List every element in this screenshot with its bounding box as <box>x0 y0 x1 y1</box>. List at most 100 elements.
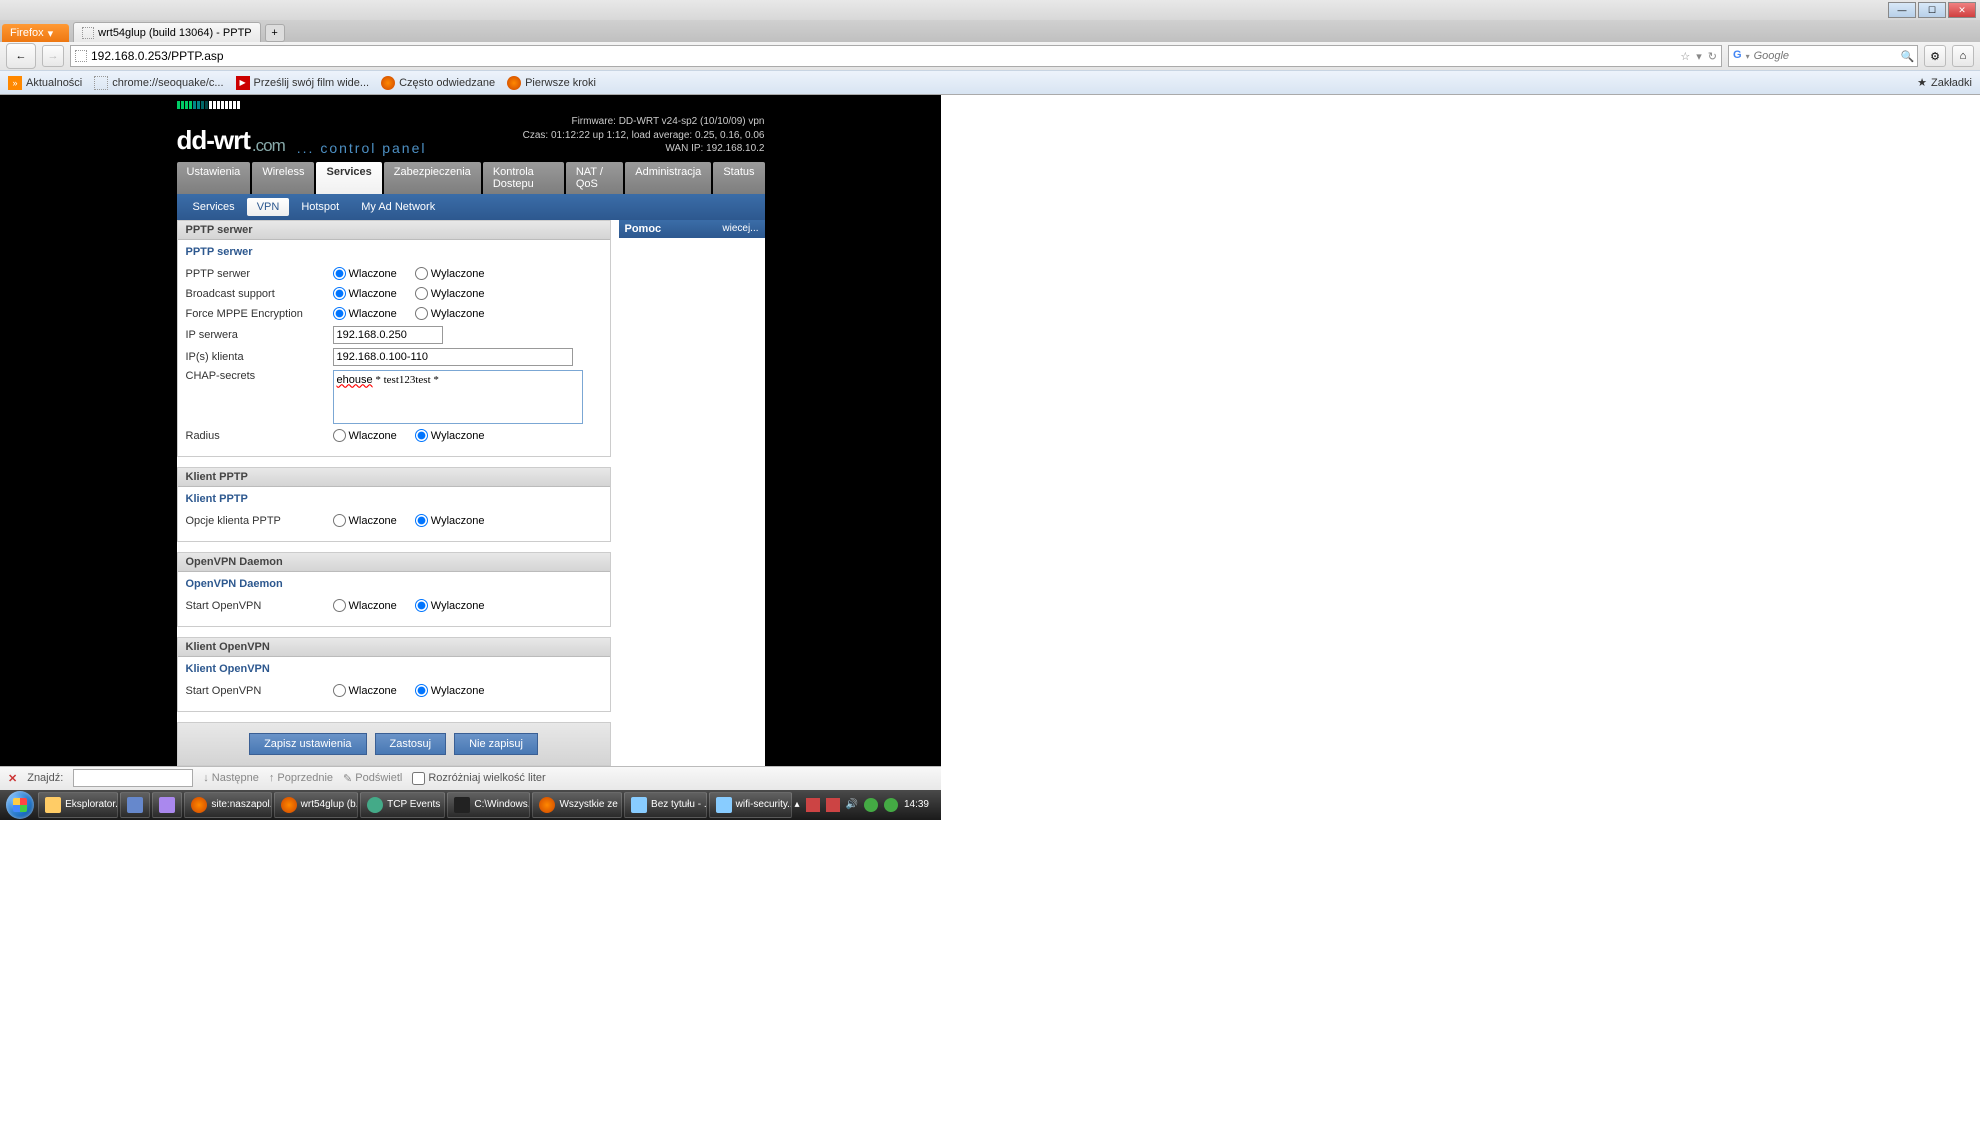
window-close-button[interactable]: ✕ <box>1948 2 1976 18</box>
chevron-down-icon: ▾ <box>48 27 54 40</box>
new-tab-button[interactable]: + <box>265 24 285 42</box>
mppe-enable-radio[interactable] <box>333 307 346 320</box>
tray-icon[interactable] <box>884 798 898 812</box>
firefox-label: Firefox <box>10 27 44 39</box>
tab-ustawienia[interactable]: Ustawienia <box>177 162 251 194</box>
bookmark-item[interactable]: »Aktualności <box>8 76 82 90</box>
taskbar-item[interactable]: wrt54glup (b... <box>274 792 358 818</box>
openvpn-daemon-enable-radio[interactable] <box>333 599 346 612</box>
forward-button[interactable]: → <box>42 45 64 67</box>
broadcast-enable-radio[interactable] <box>333 287 346 300</box>
find-bar: ✕ Znajdź: ↓Następne ↑Poprzednie ✎Podświe… <box>0 766 941 790</box>
reload-icon[interactable]: ↻ <box>1708 50 1717 63</box>
tab-zabezpieczenia[interactable]: Zabezpieczenia <box>384 162 481 194</box>
subtab-vpn[interactable]: VPN <box>247 198 290 216</box>
apply-button[interactable]: Zastosuj <box>375 733 447 755</box>
radius-enable-radio[interactable] <box>333 429 346 442</box>
tray-icon[interactable] <box>826 798 840 812</box>
tab-administracja[interactable]: Administracja <box>625 162 711 194</box>
tray-icon[interactable] <box>864 798 878 812</box>
broadcast-disable-radio[interactable] <box>415 287 428 300</box>
pptp-client-panel: Klient PPTP Klient PPTP Opcje klienta PP… <box>177 467 611 542</box>
save-button[interactable]: Zapisz ustawienia <box>249 733 366 755</box>
nav-toolbar: ← → ☆ ▾ ↻ G ▾ 🔍 ⚙ ⌂ <box>0 42 1980 70</box>
openvpn-client-disable-radio[interactable] <box>415 684 428 697</box>
label-start-openvpn-client: Start OpenVPN <box>186 685 333 697</box>
findbar-close-icon[interactable]: ✕ <box>8 772 17 785</box>
panel-subtitle: Klient PPTP <box>178 487 610 509</box>
window-maximize-button[interactable]: ☐ <box>1918 2 1946 18</box>
panel-title: OpenVPN Daemon <box>178 553 610 572</box>
home-button[interactable]: ⌂ <box>1952 45 1974 67</box>
pptp-server-enable-radio[interactable] <box>333 267 346 280</box>
bookmark-item[interactable]: Pierwsze kroki <box>507 76 596 90</box>
help-more-link[interactable]: wiecej... <box>722 223 758 235</box>
tab-nat-qos[interactable]: NAT / QoS <box>566 162 623 194</box>
radius-disable-radio[interactable] <box>415 429 428 442</box>
search-icon[interactable]: 🔍 <box>1901 50 1915 63</box>
bookmarks-menu-button[interactable]: ★Zakładki <box>1917 76 1972 89</box>
cmd-icon <box>454 797 470 813</box>
tray-volume-icon[interactable]: 🔊 <box>846 799 858 810</box>
sub-nav-tabs: Services VPN Hotspot My Ad Network <box>177 194 765 220</box>
pptp-client-disable-radio[interactable] <box>415 514 428 527</box>
ip-client-input[interactable] <box>333 348 573 366</box>
chevron-down-icon[interactable]: ▾ <box>1746 52 1750 61</box>
search-bar[interactable]: G ▾ 🔍 <box>1728 45 1918 67</box>
bookmark-item[interactable]: ▶Prześlij swój film wide... <box>236 76 370 90</box>
taskbar-item[interactable]: wifi-security.... <box>709 792 793 818</box>
search-input[interactable] <box>1754 50 1897 62</box>
star-icon[interactable]: ☆ <box>1680 50 1690 63</box>
cancel-button[interactable]: Nie zapisuj <box>454 733 538 755</box>
window-minimize-button[interactable]: — <box>1888 2 1916 18</box>
subtab-ad-network[interactable]: My Ad Network <box>351 198 445 216</box>
find-highlight-button[interactable]: ✎Podświetl <box>343 772 402 785</box>
chap-secrets-textarea[interactable]: ehouse * test123test * <box>333 370 583 424</box>
subtab-hotspot[interactable]: Hotspot <box>291 198 349 216</box>
pptp-client-enable-radio[interactable] <box>333 514 346 527</box>
find-next-button[interactable]: ↓Następne <box>203 772 259 784</box>
find-input[interactable] <box>73 769 193 787</box>
tray-clock[interactable]: 14:39 <box>904 799 929 810</box>
panel-title: Klient PPTP <box>178 468 610 487</box>
mppe-disable-radio[interactable] <box>415 307 428 320</box>
url-input[interactable] <box>91 49 1676 63</box>
uptime-text: Czas: 01:12:22 up 1:12, load average: 0.… <box>523 129 765 143</box>
tray-icon[interactable] <box>806 798 820 812</box>
addons-button[interactable]: ⚙ <box>1924 45 1946 67</box>
firefox-app-button[interactable]: Firefox ▾ <box>2 24 69 42</box>
taskbar-item[interactable]: Eksplorator... <box>38 792 118 818</box>
openvpn-daemon-disable-radio[interactable] <box>415 599 428 612</box>
taskbar-item[interactable] <box>120 792 150 818</box>
label-start-openvpn: Start OpenVPN <box>186 600 333 612</box>
tray-show-hidden-icon[interactable]: ▴ <box>794 799 799 810</box>
subtab-services[interactable]: Services <box>183 198 245 216</box>
chevron-down-icon[interactable]: ▾ <box>1696 50 1702 63</box>
bookmark-item[interactable]: Często odwiedzane <box>381 76 495 90</box>
taskbar-item[interactable]: TCP Events ... <box>360 792 445 818</box>
taskbar-item[interactable]: site:naszapol... <box>184 792 271 818</box>
taskbar-item[interactable]: Wszystkie ze ... <box>532 792 622 818</box>
ip-server-input[interactable] <box>333 326 443 344</box>
start-button[interactable] <box>4 791 36 819</box>
tab-wireless[interactable]: Wireless <box>252 162 314 194</box>
openvpn-client-enable-radio[interactable] <box>333 684 346 697</box>
browser-tab[interactable]: wrt54glup (build 13064) - PPTP <box>73 22 260 42</box>
taskbar-item[interactable]: C:\Windows... <box>447 792 530 818</box>
tab-kontrola-dostepu[interactable]: Kontrola Dostepu <box>483 162 564 194</box>
explorer-icon <box>45 797 61 813</box>
wanip-text: WAN IP: 192.168.10.2 <box>523 142 765 156</box>
tab-services[interactable]: Services <box>316 162 381 194</box>
panel-subtitle: PPTP serwer <box>178 240 610 262</box>
back-button[interactable]: ← <box>6 43 36 69</box>
taskbar-item[interactable]: Bez tytułu - ... <box>624 792 707 818</box>
url-bar[interactable]: ☆ ▾ ↻ <box>70 45 1722 67</box>
page-content: dd-wrt.com ... control panel Firmware: D… <box>0 95 941 766</box>
taskbar-item[interactable] <box>152 792 182 818</box>
tab-status[interactable]: Status <box>713 162 764 194</box>
ddwrt-logo: dd-wrt.com ... control panel <box>177 125 427 156</box>
bookmark-item[interactable]: chrome://seoquake/c... <box>94 76 223 90</box>
find-prev-button[interactable]: ↑Poprzednie <box>269 772 333 784</box>
pptp-server-disable-radio[interactable] <box>415 267 428 280</box>
find-matchcase-checkbox[interactable] <box>412 772 425 785</box>
